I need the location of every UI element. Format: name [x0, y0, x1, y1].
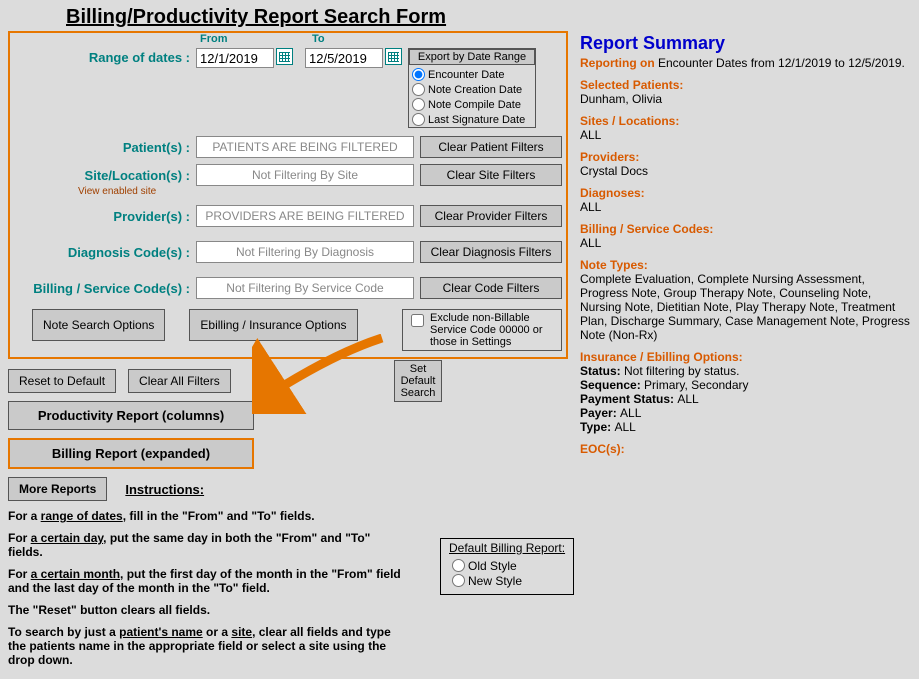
date-range-label: Range of dates : — [14, 48, 196, 65]
summary-diagnoses-header: Diagnoses: — [580, 186, 910, 200]
from-date-input[interactable] — [196, 48, 274, 68]
export-option[interactable]: Note Compile Date — [409, 97, 535, 112]
more-reports-button[interactable]: More Reports — [8, 477, 107, 501]
reporting-on-label: Reporting on — [580, 56, 658, 70]
summary-providers-value: Crystal Docs — [580, 164, 910, 178]
export-option-label: Last Signature Date — [428, 113, 525, 127]
summary-title: Report Summary — [580, 33, 910, 54]
report-summary-panel: Report Summary Reporting on Encounter Da… — [580, 31, 910, 675]
productivity-report-button[interactable]: Productivity Report (columns) — [8, 401, 254, 430]
summary-codes-header: Billing / Service Codes: — [580, 222, 910, 236]
reporting-on-value: Encounter Dates from 12/1/2019 to 12/5/2… — [658, 56, 905, 70]
patient-input[interactable] — [196, 136, 414, 158]
instructions-block: For a range of dates, fill in the "From"… — [8, 509, 408, 667]
instructions-title: Instructions: — [125, 482, 204, 497]
export-option-label: Note Creation Date — [428, 83, 522, 97]
calendar-icon[interactable] — [385, 48, 402, 65]
summary-codes-value: ALL — [580, 236, 910, 250]
billing-report-button[interactable]: Billing Report (expanded) — [8, 438, 254, 469]
export-option[interactable]: Last Signature Date — [409, 112, 535, 127]
exclude-checkbox-input[interactable] — [411, 314, 424, 327]
default-billing-option[interactable]: Old Style — [449, 558, 565, 573]
to-label: To — [312, 33, 325, 45]
diagnosis-label: Diagnosis Code(s) : — [14, 245, 196, 260]
summary-notes-header: Note Types: — [580, 258, 910, 272]
from-label: From — [200, 33, 312, 45]
summary-providers-header: Providers: — [580, 150, 910, 164]
summary-eoc-header: EOC(s): — [580, 442, 910, 456]
export-by-date-range-button[interactable]: Export by Date Range — [409, 49, 535, 65]
clear-code-button[interactable]: Clear Code Filters — [420, 277, 562, 299]
note-search-options-button[interactable]: Note Search Options — [32, 309, 165, 341]
site-input[interactable] — [196, 164, 414, 186]
patient-label: Patient(s) : — [14, 140, 196, 155]
provider-label: Provider(s) : — [14, 209, 196, 224]
export-option-label: Note Compile Date — [428, 98, 521, 112]
exclude-label: Exclude non-Billable Service Code 00000 … — [430, 312, 557, 348]
export-option-label: Encounter Date — [428, 68, 504, 82]
summary-sites-value: ALL — [580, 128, 910, 142]
set-default-search-button[interactable]: Set Default Search — [394, 360, 442, 402]
summary-insurance-header: Insurance / Ebilling Options: — [580, 350, 910, 364]
provider-input[interactable] — [196, 205, 414, 227]
ebilling-options-button[interactable]: Ebilling / Insurance Options — [189, 309, 357, 341]
clear-site-button[interactable]: Clear Site Filters — [420, 164, 562, 186]
exclude-nonbillable-checkbox[interactable]: Exclude non-Billable Service Code 00000 … — [402, 309, 562, 351]
clear-provider-button[interactable]: Clear Provider Filters — [420, 205, 562, 227]
export-option[interactable]: Encounter Date — [409, 67, 535, 82]
page-title: Billing/Productivity Report Search Form — [66, 6, 911, 29]
summary-patients-header: Selected Patients: — [580, 78, 910, 92]
clear-all-filters-button[interactable]: Clear All Filters — [128, 369, 231, 393]
search-form: From To Range of dates : Export by Date … — [8, 31, 568, 359]
calendar-icon[interactable] — [276, 48, 293, 65]
summary-sites-header: Sites / Locations: — [580, 114, 910, 128]
to-date-input[interactable] — [305, 48, 383, 68]
diagnosis-input[interactable] — [196, 241, 414, 263]
clear-diagnosis-button[interactable]: Clear Diagnosis Filters — [420, 241, 562, 263]
default-billing-title: Default Billing Report: — [449, 541, 565, 555]
site-label: Site/Location(s) : — [14, 168, 196, 183]
clear-patient-button[interactable]: Clear Patient Filters — [420, 136, 562, 158]
service-code-input[interactable] — [196, 277, 414, 299]
summary-patients-value: Dunham, Olivia — [580, 92, 910, 106]
view-enabled-site-link[interactable]: View enabled site — [78, 186, 562, 197]
export-option[interactable]: Note Creation Date — [409, 82, 535, 97]
summary-notes-value: Complete Evaluation, Complete Nursing As… — [580, 272, 910, 342]
summary-diagnoses-value: ALL — [580, 200, 910, 214]
service-code-label: Billing / Service Code(s) : — [14, 281, 196, 296]
default-billing-report-group: Default Billing Report: Old Style New St… — [440, 538, 574, 595]
reset-button[interactable]: Reset to Default — [8, 369, 116, 393]
export-group: Export by Date Range Encounter Date Note… — [408, 48, 536, 128]
default-billing-option[interactable]: New Style — [449, 573, 565, 588]
